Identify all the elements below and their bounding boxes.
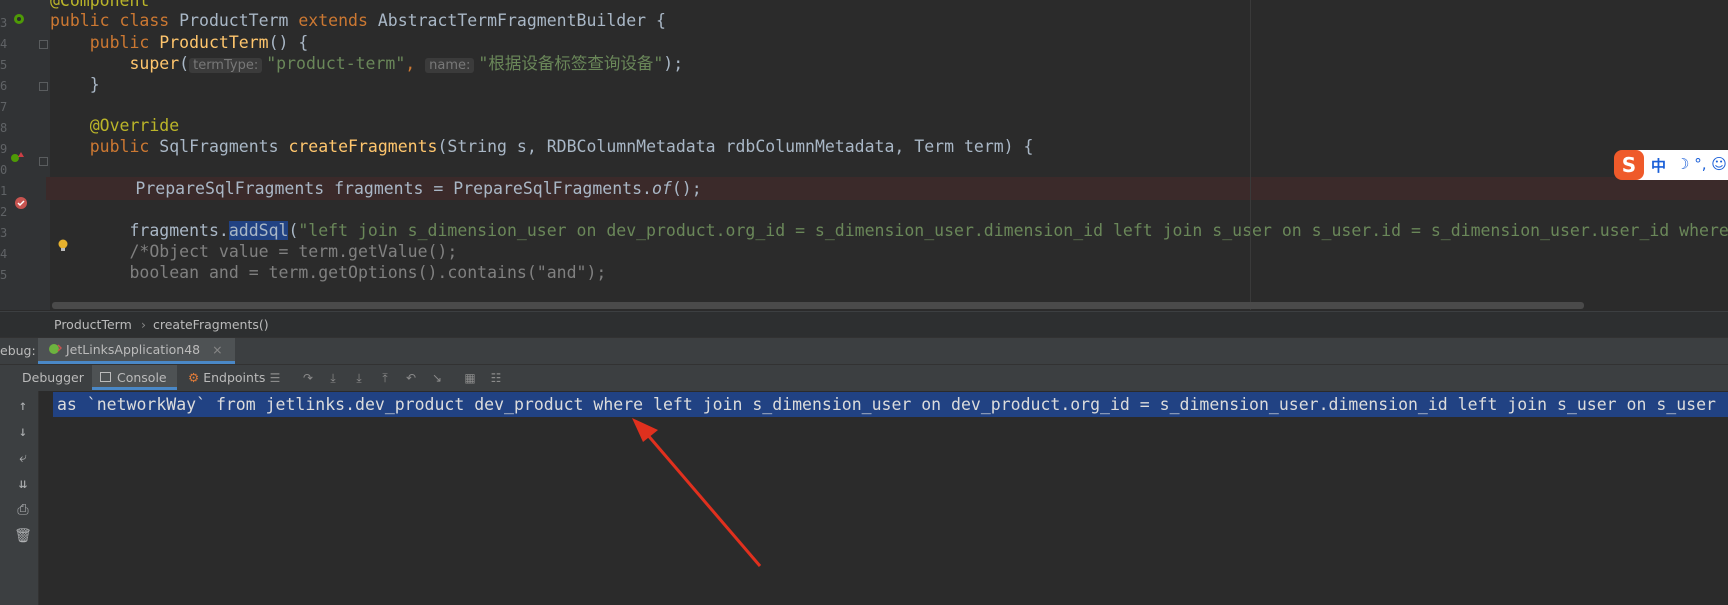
annotation-arrow — [632, 418, 762, 567]
